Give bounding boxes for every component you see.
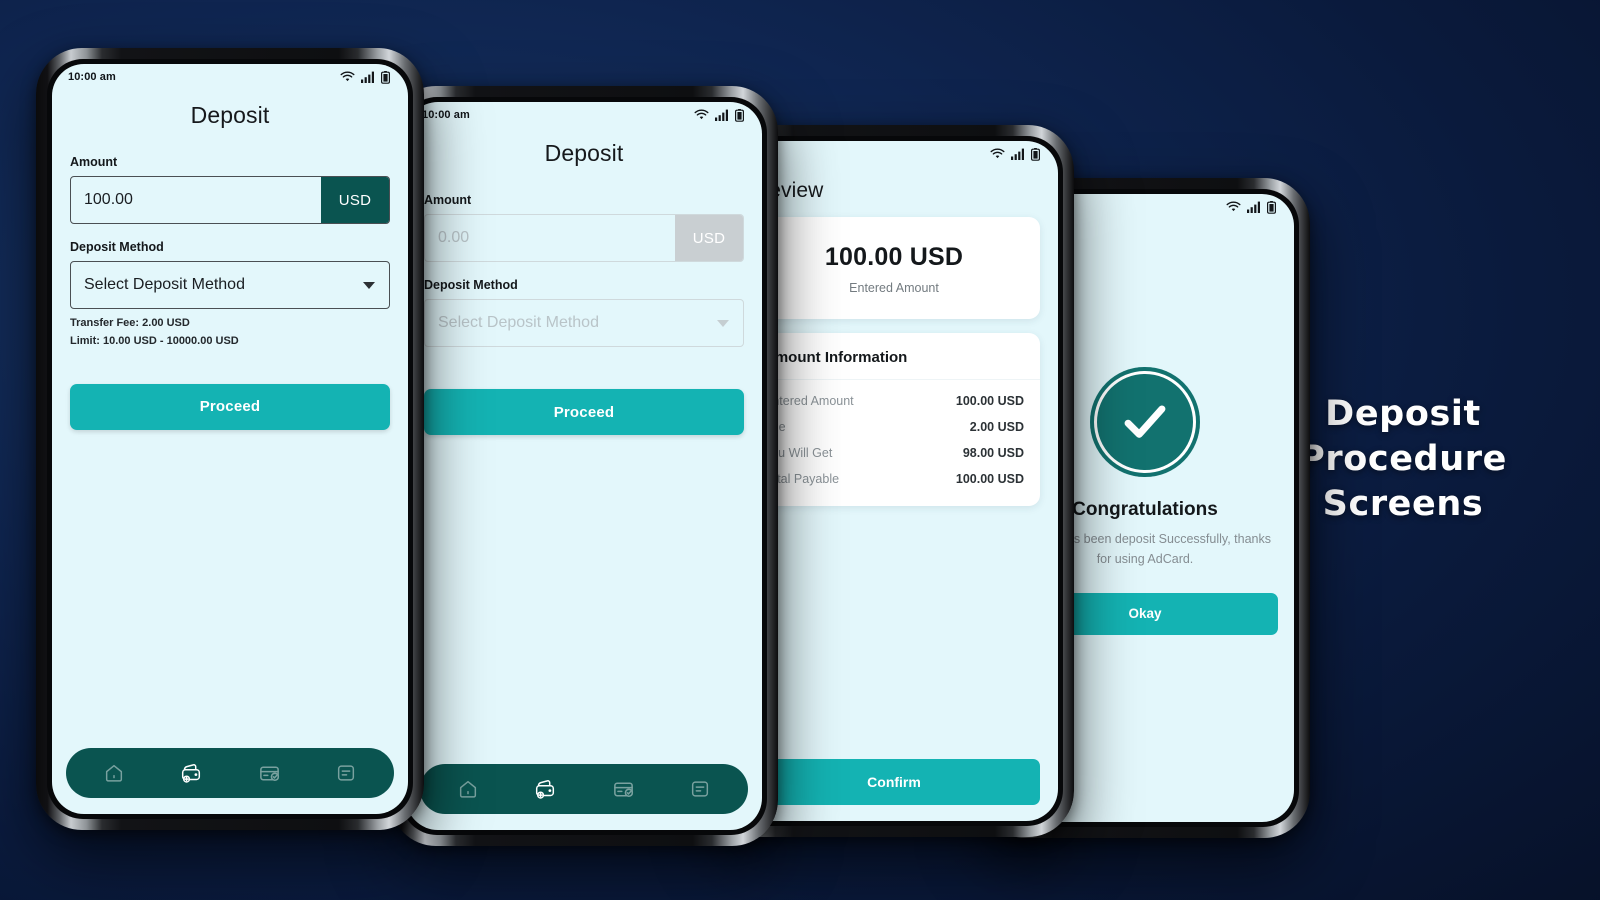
status-bar (730, 141, 1058, 167)
statement-icon[interactable] (689, 778, 711, 800)
phone-bezel: 10:00 am Deposit Amount 0.00 USD Deposit… (401, 97, 767, 835)
amount-label: Amount (424, 193, 472, 207)
success-title: Congratulations (1072, 499, 1218, 521)
poster-stage: 10:00 am Deposit Amount 100.00 USD Depos… (0, 0, 1600, 900)
signal-icon (361, 71, 374, 83)
deposit-method-placeholder: Select Deposit Method (438, 314, 599, 331)
table-row: Total Payable 100.00 USD (748, 466, 1040, 492)
amount-label: Amount (70, 155, 118, 169)
status-bar: 10:00 am (406, 102, 762, 128)
deposit-form: Amount 0.00 USD Deposit Method Select De… (406, 167, 762, 435)
page-title: Deposit (190, 102, 270, 128)
deposit-form: Amount 100.00 USD Deposit Method Select … (52, 129, 408, 430)
row-value: 2.00 USD (969, 420, 1024, 434)
amount-field-row[interactable]: 100.00 USD (70, 176, 390, 224)
signal-icon (715, 109, 728, 121)
deposit-method-select[interactable]: Select Deposit Method (70, 261, 390, 309)
battery-icon (735, 108, 744, 122)
screen-preview: Preview 100.00 USD Entered Amount Amount… (730, 141, 1058, 821)
bottom-navigation (420, 764, 748, 814)
chevron-down-icon (363, 281, 375, 289)
entered-amount-value: 100.00 USD (824, 243, 964, 271)
status-time: 10:00 am (422, 109, 470, 121)
home-icon[interactable] (103, 762, 125, 784)
currency-badge: USD (675, 215, 743, 261)
proceed-button[interactable]: Proceed (424, 389, 744, 435)
amount-input[interactable]: 100.00 (71, 177, 321, 223)
card-check-icon[interactable] (612, 778, 635, 801)
row-value: 100.00 USD (955, 394, 1024, 408)
transfer-fee-text: Transfer Fee: 2.00 USD (70, 317, 190, 329)
row-value: 100.00 USD (955, 472, 1024, 486)
card-check-icon[interactable] (258, 762, 281, 785)
wallet-icon[interactable] (533, 777, 557, 801)
table-row: Entered Amount 100.00 USD (748, 388, 1040, 414)
limit-text: Limit: 10.00 USD - 10000.00 USD (70, 334, 239, 347)
statement-icon[interactable] (335, 762, 357, 784)
currency-badge: USD (321, 177, 389, 223)
signal-icon (1011, 148, 1024, 160)
home-icon[interactable] (457, 778, 479, 800)
table-row: Fee 2.00 USD (748, 414, 1040, 440)
amount-information-card: Amount Information Entered Amount 100.00… (748, 333, 1040, 506)
deposit-method-label: Deposit Method (70, 240, 164, 254)
entered-amount-caption: Entered Amount (849, 281, 939, 295)
phone-mockup-deposit-filled: 10:00 am Deposit Amount 100.00 USD Depos… (36, 48, 424, 830)
deposit-method-select[interactable]: Select Deposit Method (424, 299, 744, 347)
wifi-icon (694, 109, 709, 120)
wifi-icon (340, 71, 355, 82)
amount-field-row[interactable]: 0.00 USD (424, 214, 744, 262)
proceed-button[interactable]: Proceed (70, 383, 390, 430)
deposit-method-value: Select Deposit Method (84, 276, 245, 293)
battery-icon (381, 70, 390, 84)
battery-icon (1031, 147, 1040, 161)
status-icons (340, 70, 390, 84)
row-value: 98.00 USD (962, 446, 1024, 460)
status-time: 10:00 am (68, 71, 116, 83)
checkmark-icon (1124, 405, 1166, 438)
confirm-button[interactable]: Confirm (748, 759, 1040, 805)
status-icons (990, 147, 1040, 161)
status-bar: 10:00 am (52, 64, 408, 90)
amount-information-title: Amount Information (748, 349, 1040, 380)
page-title: Deposit (544, 140, 624, 166)
amount-input[interactable]: 0.00 (425, 215, 675, 261)
status-icons (694, 108, 744, 122)
page-title: Preview (748, 179, 824, 202)
deposit-method-label: Deposit Method (424, 278, 518, 292)
bottom-navigation (66, 748, 394, 798)
table-row: You Will Get 98.00 USD (748, 440, 1040, 466)
entered-amount-card: 100.00 USD Entered Amount (748, 217, 1040, 319)
chevron-down-icon (717, 319, 729, 327)
phone-bezel: 10:00 am Deposit Amount 100.00 USD Depos… (47, 59, 413, 819)
wallet-icon[interactable] (179, 761, 203, 785)
check-circle-icon (1090, 367, 1200, 478)
wifi-icon (990, 148, 1005, 159)
screen-deposit-filled: 10:00 am Deposit Amount 100.00 USD Depos… (52, 64, 408, 814)
phone-mockup-deposit-empty: 10:00 am Deposit Amount 0.00 USD Deposit… (390, 86, 778, 846)
screen-deposit-empty: 10:00 am Deposit Amount 0.00 USD Deposit… (406, 102, 762, 830)
amount-information-rows: Entered Amount 100.00 USD Fee 2.00 USD Y… (748, 380, 1040, 492)
